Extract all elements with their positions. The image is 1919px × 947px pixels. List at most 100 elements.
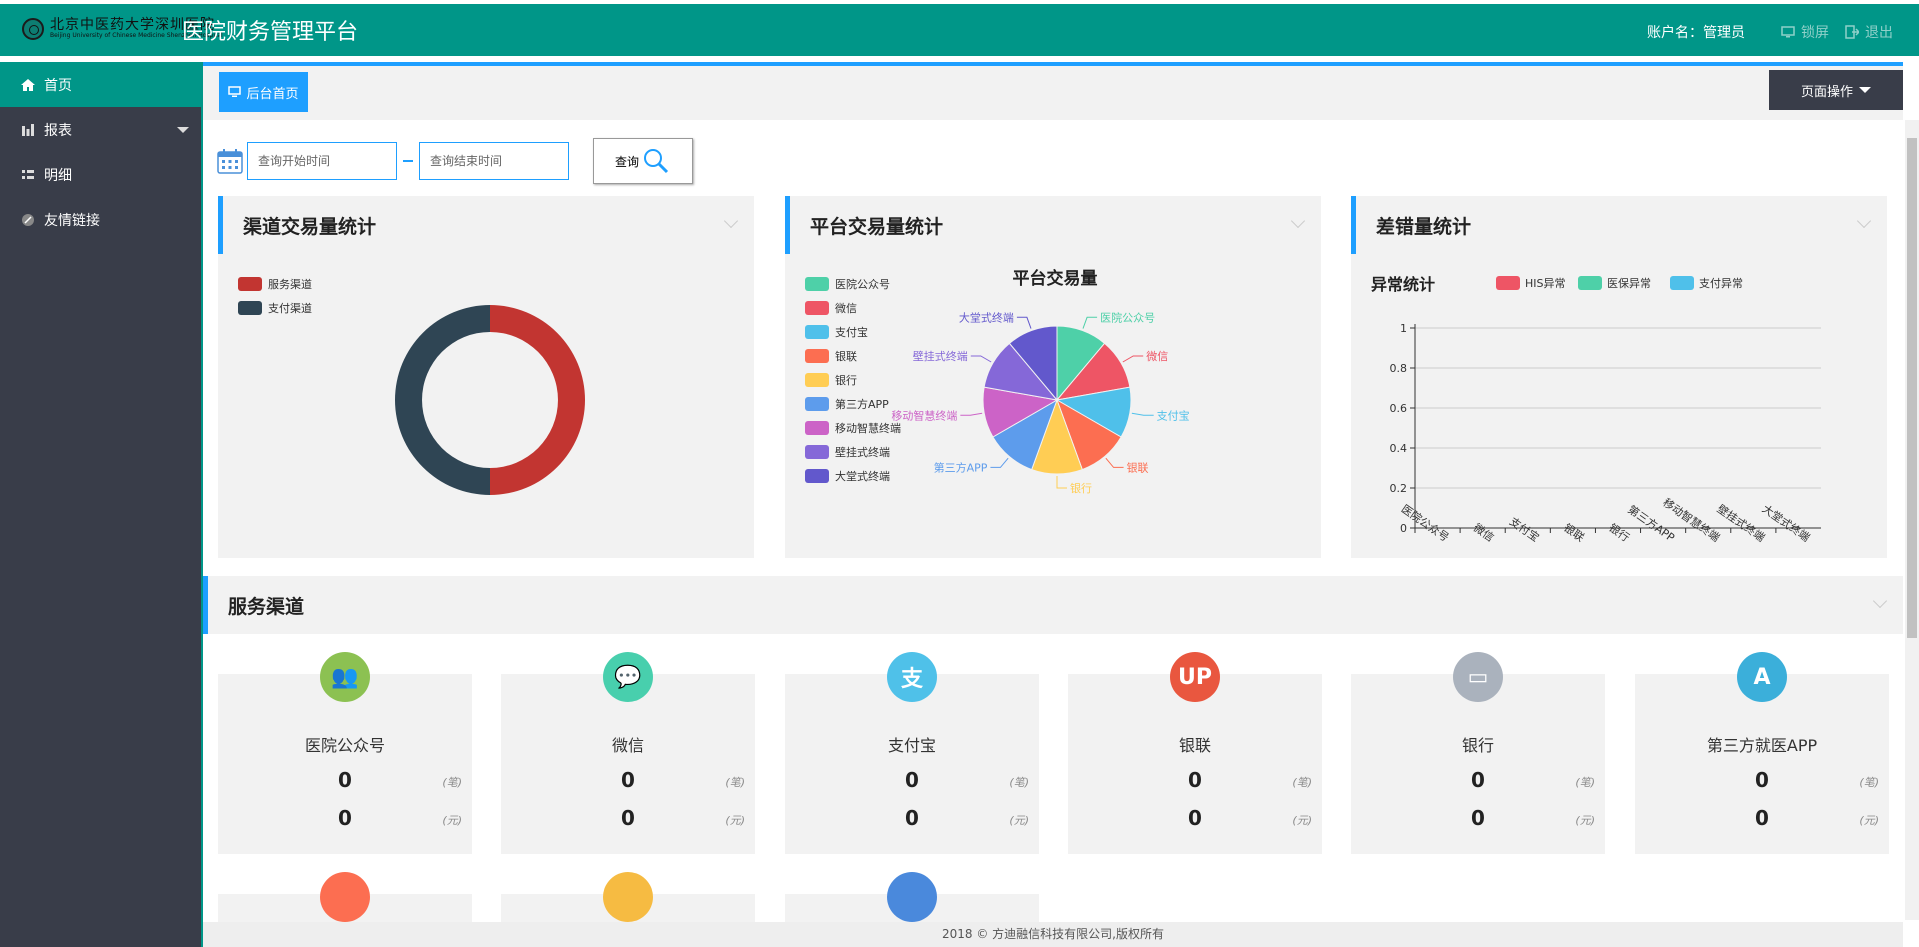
service-name: 第三方就医APP bbox=[1706, 736, 1818, 755]
legend-swatch[interactable] bbox=[1496, 276, 1520, 290]
sidebar-item-reports[interactable]: 报表 bbox=[0, 107, 201, 152]
range-separator bbox=[403, 160, 413, 162]
start-time-input[interactable] bbox=[247, 142, 397, 180]
legend-swatch[interactable] bbox=[1578, 276, 1602, 290]
sidebar-item-details[interactable]: 明细 bbox=[0, 152, 201, 197]
scrollbar-thumb[interactable] bbox=[1907, 138, 1917, 638]
account-name[interactable]: 账户名：管理员 bbox=[1647, 22, 1745, 42]
pie-chart: 平台交易量医院公众号微信支付宝银联银行 第三方APP 移动智慧终端 壁挂式终端 大堂式终… bbox=[891, 268, 1190, 495]
kiosk-icon bbox=[887, 872, 937, 922]
service-section-header: 服务渠道 bbox=[203, 576, 1903, 634]
pie-label-line bbox=[990, 457, 1009, 468]
count-unit: (笔) bbox=[1009, 776, 1029, 789]
vertical-scrollbar[interactable] bbox=[1905, 120, 1919, 920]
channel-stats-panel: 渠道交易量统计 服务渠道 支付渠道 bbox=[218, 196, 754, 558]
error-stats-panel: 差错量统计 异常统计 HIS异常 医保异常 支付异常 0 0.2 0.4 0.6 0.8 1 医院公… bbox=[1351, 196, 1887, 558]
panel-title: 渠道交易量统计 bbox=[243, 215, 377, 238]
tab-bar: 后台首页 页面操作 bbox=[203, 62, 1903, 120]
x-tick-label: 大堂式终端 bbox=[1760, 501, 1813, 544]
pie-label-line bbox=[1122, 355, 1144, 363]
tab-home-label: 后台首页 bbox=[246, 86, 299, 102]
pie-slice-label: 移动智慧终端 bbox=[891, 408, 957, 422]
x-tick-label: 银行 bbox=[1606, 520, 1632, 544]
header-actions: 账户名：管理员 锁屏 退出 bbox=[1647, 22, 1893, 42]
y-tick-label: 0.2 bbox=[1390, 482, 1408, 495]
panel-title: 差错量统计 bbox=[1376, 215, 1472, 238]
wechat-icon: 💬 bbox=[603, 652, 653, 702]
bank-card-icon: ▭ bbox=[1453, 652, 1503, 702]
count-unit: (笔) bbox=[1575, 776, 1595, 789]
transaction-count: 0 bbox=[1188, 768, 1202, 792]
pos-terminal-icon bbox=[320, 872, 370, 922]
section-title: 服务渠道 bbox=[228, 595, 305, 618]
service-card[interactable] bbox=[501, 872, 755, 922]
query-label: 查询 bbox=[614, 154, 639, 169]
lock-screen-button[interactable]: 锁屏 bbox=[1781, 22, 1829, 42]
logout-button[interactable]: 退出 bbox=[1845, 22, 1893, 42]
tab-home[interactable]: 后台首页 bbox=[219, 72, 308, 112]
pie-label-line bbox=[1131, 412, 1154, 416]
chevron-down-icon[interactable] bbox=[1872, 593, 1888, 609]
calendar-icon[interactable] bbox=[217, 148, 243, 174]
chevron-down-icon[interactable] bbox=[1290, 213, 1306, 229]
y-tick-label: 0.4 bbox=[1390, 442, 1408, 455]
page-operations-dropdown[interactable]: 页面操作 bbox=[1769, 70, 1903, 110]
platform-stats-panel: 平台交易量统计 医院公众号 微信 支付宝 银联 银行 第三方APP 移动智慧终端 壁挂式终端 大… bbox=[785, 196, 1321, 558]
service-card[interactable]: 💬 微信 0 (笔) 0 (元) bbox=[501, 652, 755, 854]
hospital-seal-icon bbox=[22, 18, 44, 40]
transaction-count: 0 bbox=[338, 768, 352, 792]
panel-header: 服务渠道 bbox=[203, 576, 1903, 634]
x-tick-label: 微信 bbox=[1471, 520, 1497, 544]
sidebar-item-label: 友情链接 bbox=[44, 212, 100, 229]
service-card[interactable]: 👥 医院公众号 0 (笔) 0 (元) bbox=[218, 652, 472, 854]
query-button[interactable]: 查询 bbox=[593, 138, 693, 184]
y-tick-label: 0 bbox=[1400, 522, 1407, 535]
y-tick-label: 1 bbox=[1400, 322, 1407, 335]
pie-slice-label: 银联 bbox=[1127, 460, 1149, 474]
alipay-icon: 支 bbox=[887, 652, 937, 702]
page-operations-label: 页面操作 bbox=[1800, 84, 1853, 100]
chevron-down-icon[interactable] bbox=[1856, 213, 1872, 229]
transaction-amount: 0 bbox=[905, 806, 919, 830]
count-unit: (笔) bbox=[1292, 776, 1312, 789]
chevron-down-icon bbox=[177, 127, 189, 133]
end-time-input[interactable] bbox=[419, 142, 569, 180]
legend-swatch[interactable] bbox=[1670, 276, 1694, 290]
service-name: 银联 bbox=[1178, 736, 1211, 755]
screen-icon bbox=[603, 872, 653, 922]
sidebar-item-home[interactable]: 首页 bbox=[0, 62, 201, 107]
transaction-count: 0 bbox=[1471, 768, 1485, 792]
service-card[interactable] bbox=[218, 872, 472, 922]
legend-label: 支付异常 bbox=[1699, 277, 1743, 290]
monitor-icon bbox=[228, 86, 242, 97]
sidebar-item-label: 明细 bbox=[44, 167, 72, 184]
pie-slice-label: 银行 bbox=[1070, 481, 1092, 495]
sidebar-item-label: 报表 bbox=[44, 122, 72, 139]
amount-unit: (元) bbox=[1859, 814, 1879, 827]
pie-slice-label: 支付宝 bbox=[1157, 408, 1190, 422]
pie-slice-label: 第三方APP bbox=[934, 460, 988, 474]
chart-title: 平台交易量 bbox=[1013, 268, 1098, 289]
amount-unit: (元) bbox=[1292, 814, 1312, 827]
transaction-amount: 0 bbox=[1471, 806, 1485, 830]
amount-unit: (元) bbox=[725, 814, 745, 827]
service-card[interactable]: 支 支付宝 0 (笔) 0 (元) bbox=[785, 652, 1039, 854]
transaction-amount: 0 bbox=[621, 806, 635, 830]
amount-unit: (元) bbox=[1575, 814, 1595, 827]
legend-label: HIS异常 bbox=[1525, 277, 1566, 290]
service-card[interactable] bbox=[785, 872, 1039, 922]
panel-header: 平台交易量统计 bbox=[785, 196, 1321, 254]
pie-label-line bbox=[1056, 476, 1067, 489]
donut-slice[interactable] bbox=[395, 305, 490, 495]
donut-slice[interactable] bbox=[490, 305, 585, 495]
logout-label: 退出 bbox=[1865, 25, 1893, 41]
panel-title: 平台交易量统计 bbox=[810, 215, 944, 238]
service-card[interactable]: ▭ 银行 0 (笔) 0 (元) bbox=[1351, 652, 1605, 854]
service-card[interactable]: A 第三方就医APP 0 (笔) 0 (元) bbox=[1635, 652, 1889, 854]
service-name: 银行 bbox=[1461, 736, 1494, 755]
count-unit: (笔) bbox=[442, 776, 462, 789]
sidebar-item-links[interactable]: 友情链接 bbox=[0, 197, 201, 242]
chevron-down-icon[interactable] bbox=[723, 213, 739, 229]
service-card[interactable]: UP 银联 0 (笔) 0 (元) bbox=[1068, 652, 1322, 854]
app-title: 医院财务管理平台 bbox=[182, 20, 359, 45]
